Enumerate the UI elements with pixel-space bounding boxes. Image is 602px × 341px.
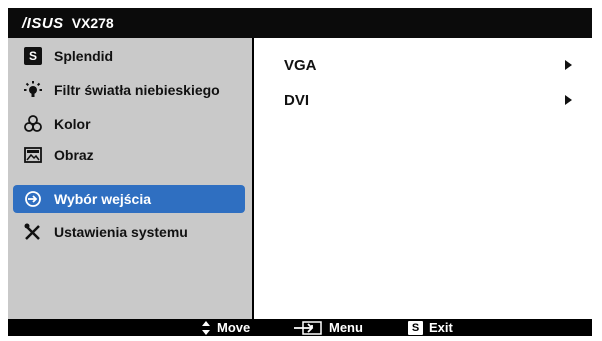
menu-item-color[interactable]: Kolor — [13, 110, 245, 138]
submenu-item-vga[interactable]: VGA — [284, 52, 574, 78]
exit-hint: S Exit — [408, 319, 453, 336]
exit-s-icon: S — [408, 320, 423, 335]
up-down-arrows-icon — [201, 320, 211, 336]
arrow-right-icon — [565, 60, 572, 70]
move-hint: Move — [201, 319, 250, 336]
submenu-item-dvi[interactable]: DVI — [284, 87, 574, 113]
blue-light-bulb-icon — [22, 79, 44, 101]
menu-item-system-setup[interactable]: Ustawienia systemu — [13, 218, 245, 246]
color-rgb-icon — [22, 113, 44, 135]
brand-logo: /ISUS — [22, 14, 64, 32]
footer-bar: Move Menu S Exit — [8, 319, 592, 336]
menu-item-label: Filtr światła niebieskiego — [54, 82, 220, 98]
menu-label: Menu — [329, 320, 363, 335]
tools-icon — [22, 221, 44, 243]
exit-label: Exit — [429, 320, 453, 335]
menu-item-label: Ustawienia systemu — [54, 224, 188, 240]
menu-item-image[interactable]: Obraz — [13, 141, 245, 169]
menu-item-input-select[interactable]: Wybór wejścia — [13, 185, 245, 213]
menu-hint: Menu — [293, 319, 363, 336]
menu-item-splendid[interactable]: S Splendid — [13, 42, 245, 70]
title-bar: /ISUS VX278 — [8, 8, 592, 38]
submenu-item-label: VGA — [284, 56, 317, 74]
enter-icon — [293, 320, 323, 336]
menu-item-label: Obraz — [54, 147, 94, 163]
menu-item-label: Splendid — [54, 48, 114, 64]
arrow-right-icon — [565, 95, 572, 105]
main-menu: S Splendid Filtr światła niebieskiego Ko… — [8, 38, 252, 319]
model-name: VX278 — [71, 15, 114, 31]
move-label: Move — [217, 320, 251, 335]
menu-item-label: Kolor — [54, 116, 91, 132]
splendid-s-icon: S — [22, 45, 44, 67]
image-icon — [22, 144, 44, 166]
menu-item-label: Wybór wejścia — [54, 191, 152, 207]
input-select-icon — [22, 188, 44, 210]
osd-window: /ISUS VX278 S Splendid Filtr światła nie… — [8, 8, 592, 336]
submenu-panel: VGA DVI — [254, 38, 592, 319]
menu-item-blue-light-filter[interactable]: Filtr światła niebieskiego — [13, 76, 245, 104]
submenu-item-label: DVI — [284, 91, 310, 109]
